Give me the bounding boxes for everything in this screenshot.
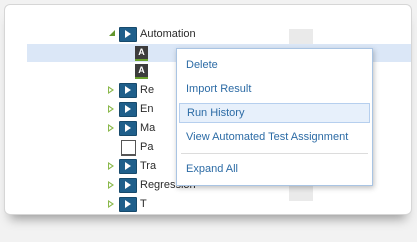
expand-arrow-icon[interactable] xyxy=(109,30,115,36)
collapsed-arrow-icon[interactable] xyxy=(108,162,114,170)
automated-test-icon: A xyxy=(135,64,148,79)
collapsed-arrow-icon[interactable] xyxy=(108,86,114,94)
folder-icon xyxy=(119,83,137,98)
folder-icon xyxy=(119,121,137,136)
menu-item-run-history[interactable]: Run History xyxy=(179,103,370,123)
test-icon-glyph: A xyxy=(138,47,145,57)
folder-icon xyxy=(119,27,137,42)
automated-test-icon: A xyxy=(135,46,148,61)
tree-row-label: Tra xyxy=(140,160,157,172)
menu-item-expand-all[interactable]: Expand All xyxy=(179,159,370,179)
tree-row-label: Automation xyxy=(140,28,196,40)
tree-row-automation[interactable]: Automation xyxy=(5,25,411,43)
tree-row-label: Ma xyxy=(140,122,156,134)
collapsed-arrow-icon[interactable] xyxy=(108,105,114,113)
tree-row-label: Re xyxy=(140,84,155,96)
menu-item-view-automated-test-assignment[interactable]: View Automated Test Assignment xyxy=(179,127,370,147)
menu-item-import-result[interactable]: Import Result xyxy=(179,79,370,99)
tree-row-label: En xyxy=(140,103,154,115)
tree-row-folder[interactable]: T xyxy=(5,195,411,213)
folder-icon xyxy=(119,102,137,117)
collapsed-arrow-icon[interactable] xyxy=(108,200,114,208)
tree-row-label: T xyxy=(140,198,147,210)
test-case-icon xyxy=(121,140,136,156)
menu-separator xyxy=(181,153,368,154)
folder-icon xyxy=(119,197,137,212)
folder-icon xyxy=(119,178,137,193)
test-icon-glyph: A xyxy=(138,65,145,75)
tree-row-label: Pa xyxy=(140,141,154,153)
screenshot-frame: Automation A A Re En Ma Pa Tra Regressio… xyxy=(4,4,412,215)
context-menu: Delete Import Result Run History View Au… xyxy=(176,48,373,186)
folder-icon xyxy=(119,159,137,174)
menu-item-delete[interactable]: Delete xyxy=(179,55,370,75)
collapsed-arrow-icon[interactable] xyxy=(108,181,114,189)
collapsed-arrow-icon[interactable] xyxy=(108,124,114,132)
